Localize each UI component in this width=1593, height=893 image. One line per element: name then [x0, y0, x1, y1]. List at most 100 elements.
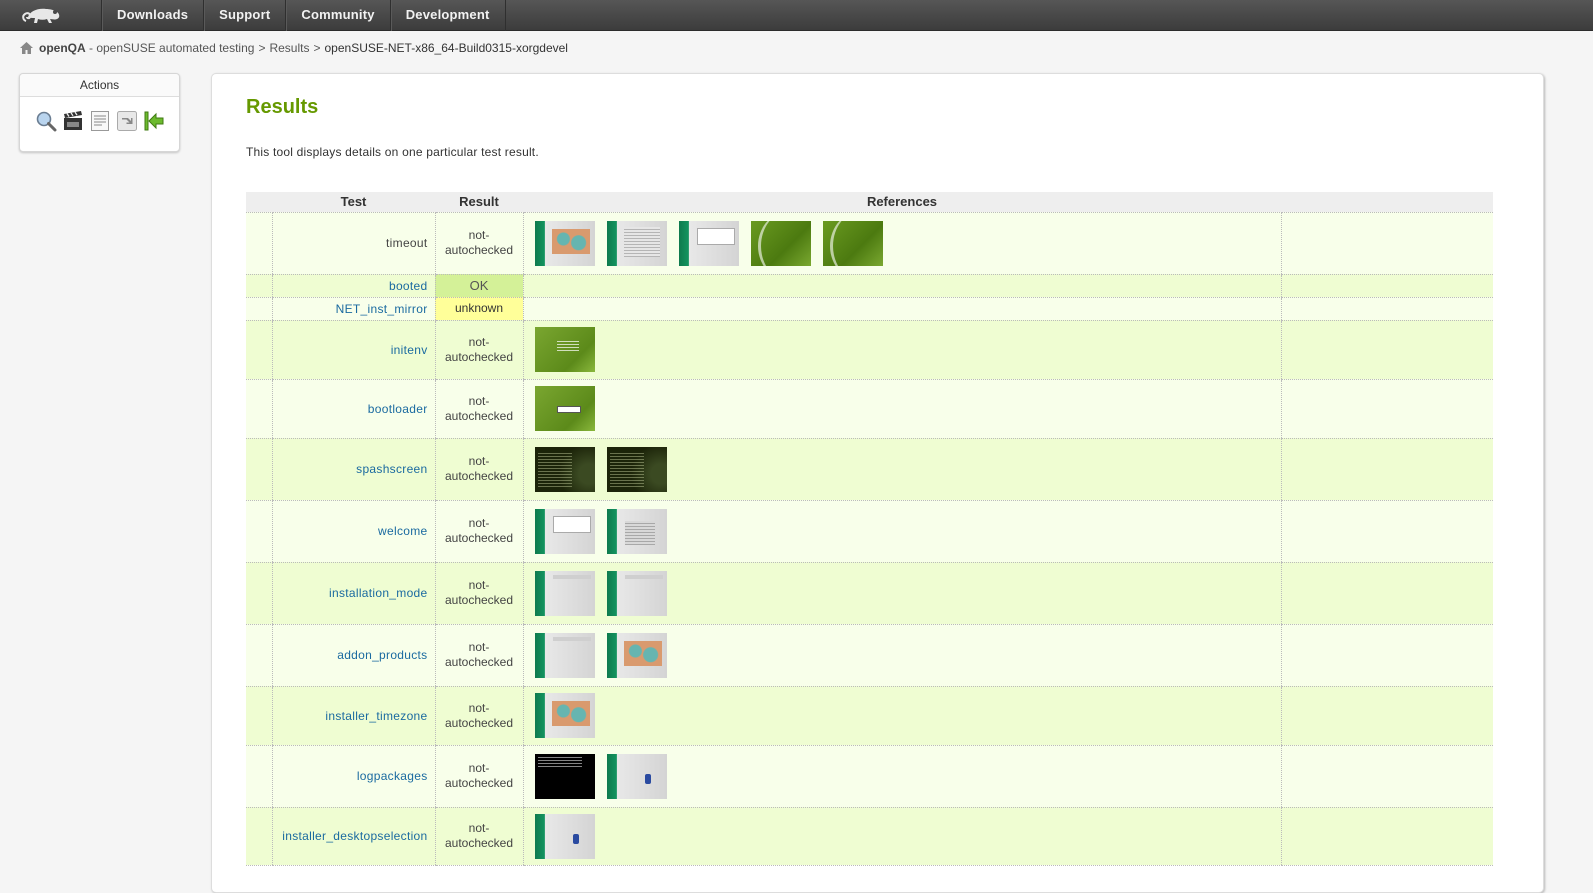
clapperboard-icon[interactable] [62, 110, 84, 132]
result-status-cell: unknown [434, 296, 523, 321]
test-name-cell: welcome [271, 499, 435, 563]
column-header-references: References [523, 192, 1281, 213]
reference-screenshot-thumbnail[interactable] [822, 220, 883, 266]
breadcrumb-openqa[interactable]: openQA [39, 41, 86, 55]
test-name-link[interactable]: initenv [391, 343, 428, 357]
result-status-cell: not- autochecked [434, 623, 523, 687]
references-cell [522, 744, 1281, 808]
test-name-cell: spashscreen [271, 437, 435, 501]
reference-screenshot-thumbnail[interactable] [534, 693, 595, 738]
row-spacer-cell [246, 296, 272, 321]
extra-cell [1280, 211, 1493, 275]
test-name-link[interactable]: booted [389, 279, 428, 293]
result-status-cell: not- autochecked [434, 561, 523, 625]
reference-thumbnails [534, 570, 1281, 616]
reference-screenshot-thumbnail[interactable] [606, 220, 667, 266]
test-name-link[interactable]: installer_desktopselection [282, 829, 427, 843]
reference-thumbnails [534, 508, 1281, 554]
result-status-cell: not- autochecked [434, 499, 523, 563]
table-row: timeout not- autochecked [246, 211, 1493, 275]
result-status-cell: not- autochecked [434, 437, 523, 501]
table-row: installer_desktopselection not- autocheck… [246, 806, 1493, 866]
references-cell [522, 273, 1281, 298]
test-name-cell: addon_products [271, 623, 435, 687]
main-menu: Downloads Support Community Development [101, 0, 506, 31]
reference-screenshot-thumbnail[interactable] [534, 446, 595, 492]
opensuse-logo-icon[interactable] [20, 3, 64, 27]
reference-screenshot-thumbnail[interactable] [534, 813, 595, 859]
column-header-test: Test [272, 192, 435, 213]
references-cell [522, 806, 1281, 866]
row-spacer-cell [246, 211, 272, 275]
reference-thumbnails [534, 446, 1281, 492]
row-spacer-cell [246, 623, 272, 687]
reference-thumbnails [534, 693, 1281, 738]
test-name-cell: installer_desktopselection [271, 806, 435, 866]
text-document-icon[interactable] [89, 110, 111, 132]
row-spacer-cell [246, 437, 272, 501]
row-spacer-cell [246, 378, 272, 439]
reference-screenshot-thumbnail[interactable] [606, 632, 667, 678]
table-row: booted OK [246, 273, 1493, 298]
references-cell [522, 319, 1281, 380]
reference-screenshot-thumbnail[interactable] [750, 220, 811, 266]
test-name-link[interactable]: installation_mode [329, 586, 428, 600]
reference-screenshot-thumbnail[interactable] [534, 327, 595, 372]
home-icon[interactable] [20, 42, 33, 54]
table-row: spashscreen not- autochecked [246, 437, 1493, 501]
extra-cell [1280, 437, 1493, 501]
breadcrumb-separator: > [258, 41, 266, 55]
actions-icons [20, 110, 179, 132]
reference-screenshot-thumbnail[interactable] [534, 508, 595, 554]
test-name-cell: logpackages [271, 744, 435, 808]
extra-cell [1280, 744, 1493, 808]
reference-screenshot-thumbnail[interactable] [606, 753, 667, 799]
top-navigation-bar: Downloads Support Community Development [0, 0, 1593, 31]
test-name-link[interactable]: addon_products [337, 648, 427, 662]
magnifier-icon[interactable] [35, 110, 57, 132]
row-spacer-cell [246, 744, 272, 808]
nav-development[interactable]: Development [389, 0, 506, 31]
test-name-link[interactable]: NET_inst_mirror [336, 302, 428, 316]
back-to-start-arrow-icon[interactable] [143, 110, 165, 132]
references-cell [522, 685, 1281, 746]
nav-downloads[interactable]: Downloads [101, 0, 203, 31]
extra-cell [1280, 296, 1493, 321]
test-name-cell: timeout [271, 211, 435, 275]
row-spacer-cell [246, 499, 272, 563]
reference-screenshot-thumbnail[interactable] [534, 220, 595, 266]
reference-screenshot-thumbnail[interactable] [534, 632, 595, 678]
results-panel: Results This tool displays details on on… [211, 73, 1544, 893]
test-name-link[interactable]: installer_timezone [325, 709, 427, 723]
extra-cell [1280, 685, 1493, 746]
references-cell [522, 211, 1281, 275]
test-name-link[interactable]: logpackages [357, 769, 428, 783]
references-cell [522, 561, 1281, 625]
table-row: NET_inst_mirror unknown [246, 296, 1493, 321]
breadcrumb-results[interactable]: Results [269, 41, 309, 55]
nav-support[interactable]: Support [203, 0, 285, 31]
test-name-link[interactable]: welcome [378, 524, 427, 538]
result-status-cell: not- autochecked [434, 806, 523, 866]
reference-screenshot-thumbnail[interactable] [678, 220, 739, 266]
row-spacer-cell [246, 685, 272, 746]
test-name-cell: installation_mode [271, 561, 435, 625]
reference-screenshot-thumbnail[interactable] [606, 446, 667, 492]
references-cell [522, 623, 1281, 687]
reference-screenshot-thumbnail[interactable] [606, 508, 667, 554]
test-name-link[interactable]: spashscreen [356, 462, 427, 476]
test-name-cell: bootloader [271, 378, 435, 439]
reference-screenshot-thumbnail[interactable] [534, 386, 595, 431]
test-name-cell: installer_timezone [271, 685, 435, 746]
result-status-cell: OK [434, 273, 523, 298]
reference-screenshot-thumbnail[interactable] [606, 570, 667, 616]
download-arrow-icon[interactable] [116, 110, 138, 132]
reference-thumbnails [534, 753, 1281, 799]
nav-community[interactable]: Community [285, 0, 389, 31]
reference-thumbnails [534, 220, 1281, 266]
reference-screenshot-thumbnail[interactable] [534, 570, 595, 616]
reference-screenshot-thumbnail[interactable] [534, 753, 595, 799]
test-name-link[interactable]: bootloader [368, 402, 428, 416]
result-status-cell: not- autochecked [434, 378, 523, 439]
reference-thumbnails [534, 813, 1281, 859]
